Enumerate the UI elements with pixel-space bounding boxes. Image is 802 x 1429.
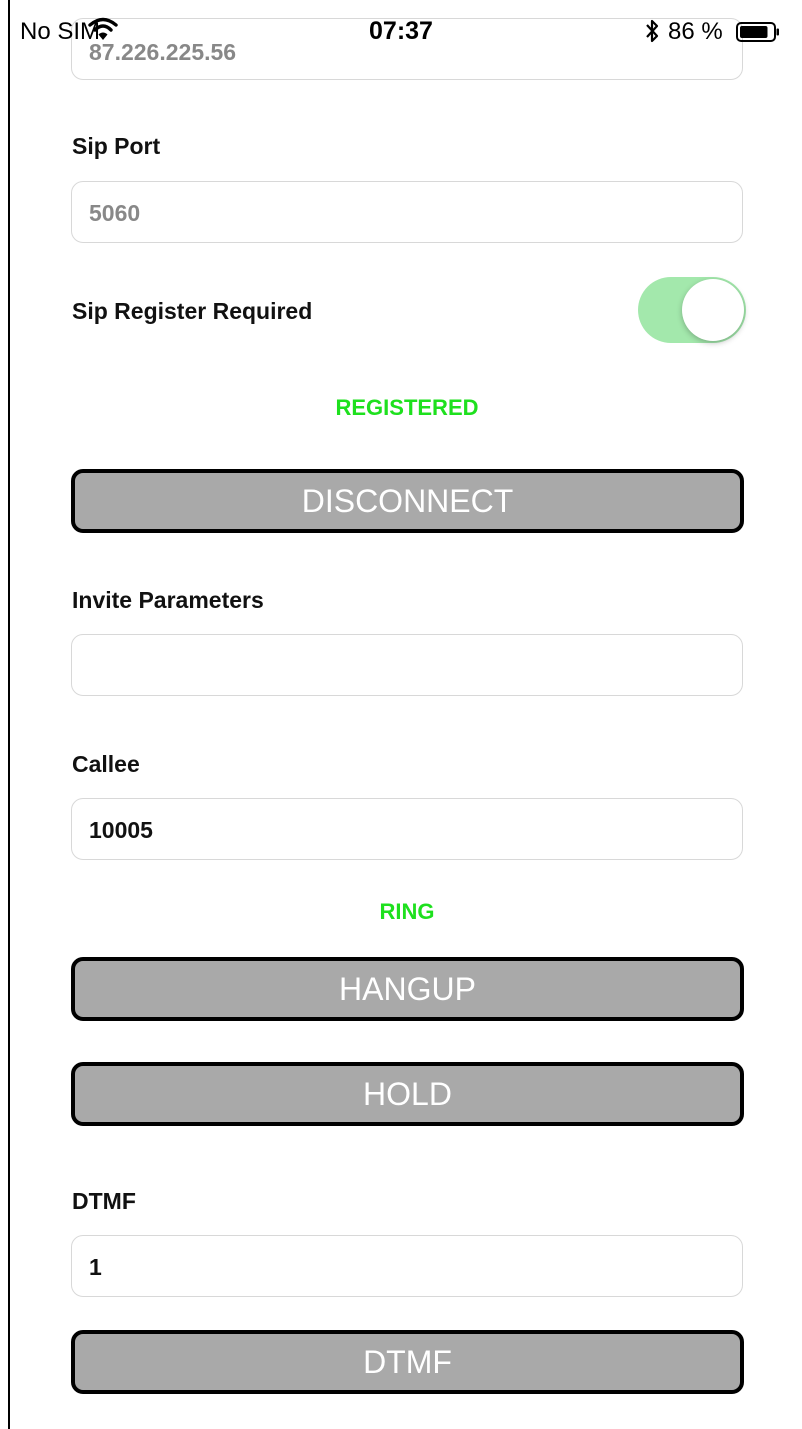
dtmf-value: 1	[89, 1254, 102, 1280]
dtmf-button[interactable]: DTMF	[71, 1330, 744, 1394]
dtmf-label: DTMF	[72, 1188, 136, 1214]
register-required-label: Sip Register Required	[72, 298, 313, 324]
battery-icon	[736, 22, 779, 42]
sip-port-field[interactable]: 5060	[71, 181, 743, 243]
bluetooth-icon	[646, 19, 659, 43]
sip-port-label: Sip Port	[72, 133, 161, 159]
toggle-knob	[682, 279, 744, 341]
hold-button[interactable]: HOLD	[71, 1062, 744, 1126]
callee-label: Callee	[72, 751, 140, 777]
invite-parameters-field[interactable]	[71, 634, 743, 696]
call-status: RING	[379, 899, 435, 924]
registration-status: REGISTERED	[335, 395, 479, 420]
status-bar: No SIM 07:37 86 %	[0, 0, 802, 50]
app-content: 87.226.225.56 No SIM 07:37 86 % Sip Port…	[0, 0, 802, 1429]
battery-percent: 86 %	[668, 18, 723, 45]
sip-port-placeholder: 5060	[89, 200, 141, 226]
disconnect-button[interactable]: DISCONNECT	[71, 469, 744, 533]
callee-field[interactable]: 10005	[71, 798, 743, 860]
dtmf-field[interactable]: 1	[71, 1235, 743, 1297]
hangup-button[interactable]: HANGUP	[71, 957, 744, 1021]
callee-value: 10005	[89, 817, 153, 843]
register-required-toggle[interactable]	[638, 277, 746, 343]
invite-parameters-label: Invite Parameters	[72, 587, 264, 613]
